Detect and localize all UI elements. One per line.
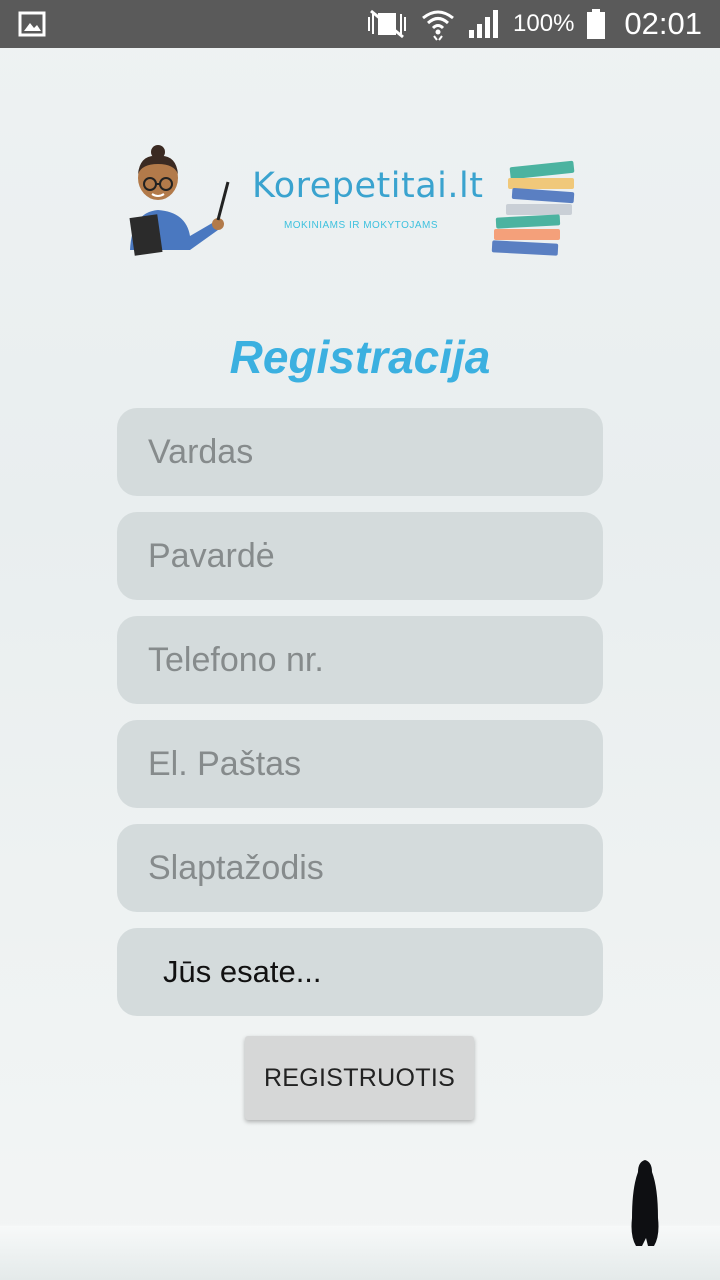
clock: 02:01	[624, 6, 702, 41]
books-illustration	[491, 160, 575, 256]
gallery-icon	[18, 11, 46, 37]
phone-field[interactable]	[117, 616, 603, 704]
first-name-field[interactable]	[117, 408, 603, 496]
snow-ground	[0, 1226, 720, 1280]
password-input[interactable]	[148, 848, 603, 888]
teacher-illustration	[129, 145, 230, 256]
cloaked-figure	[631, 1160, 659, 1246]
email-field[interactable]	[117, 720, 603, 808]
battery-percent: 100%	[513, 10, 575, 37]
page-title: Registracija	[229, 331, 491, 383]
battery-icon	[587, 9, 606, 39]
password-field[interactable]	[117, 824, 603, 912]
wifi-icon	[422, 10, 454, 41]
logo-subtitle: MOKINIAMS IR MOKYTOJAMS	[283, 220, 439, 231]
mute-vibrate-icon	[368, 9, 407, 39]
last-name-field[interactable]	[117, 512, 603, 600]
role-select[interactable]: Jūs esate...	[117, 928, 603, 1016]
logo-title: Korepetitai.lt	[252, 166, 484, 206]
role-select-value: Jūs esate...	[163, 954, 322, 989]
status-bar: 100% 02:01	[0, 0, 720, 48]
email-input[interactable]	[148, 744, 603, 784]
first-name-input[interactable]	[148, 432, 603, 472]
phone-input[interactable]	[148, 640, 603, 680]
register-button[interactable]: REGISTRUOTIS	[245, 1036, 474, 1120]
last-name-input[interactable]	[148, 536, 603, 576]
signal-icon	[469, 10, 499, 38]
